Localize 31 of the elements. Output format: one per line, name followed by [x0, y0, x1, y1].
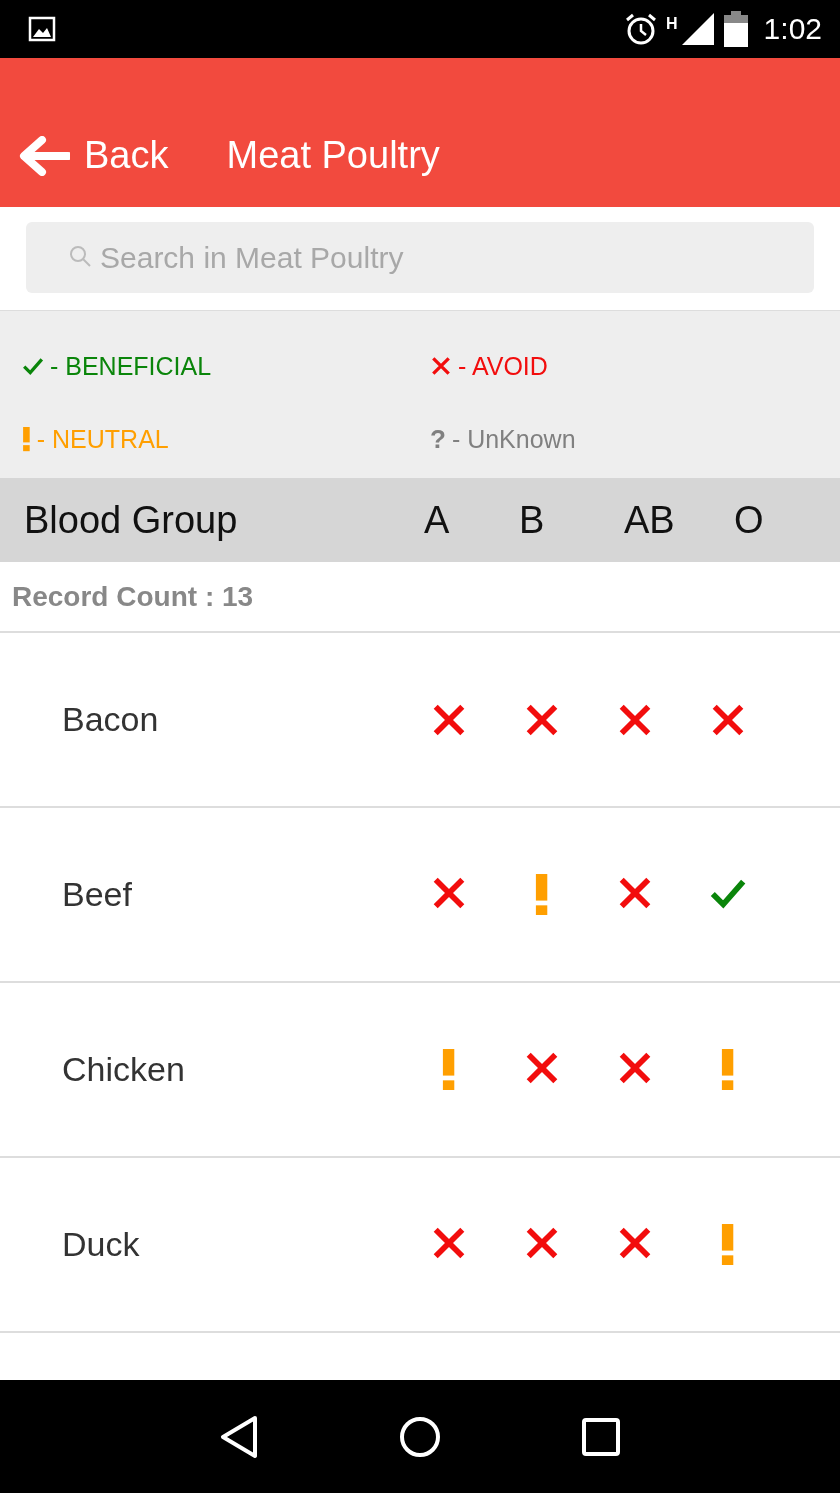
food-name: Chicken — [62, 1050, 186, 1089]
alarm-clock-icon — [624, 12, 659, 46]
column-header: O — [734, 498, 765, 542]
back-triangle-icon[interactable] — [219, 1414, 260, 1459]
column-header: Blood Group — [24, 498, 239, 542]
arrow-icon — [18, 135, 70, 176]
clock-time: 1:02 — [763, 12, 822, 46]
food-row[interactable]: Bacon — [0, 633, 840, 808]
question-mark-icon: ? — [430, 424, 446, 455]
search-field[interactable]: Search in Meat Poultry — [26, 222, 814, 293]
column-header: B — [519, 498, 546, 542]
legend-label: - BENEFICIAL — [50, 351, 212, 381]
legend-label: - NEUTRAL — [36, 425, 169, 454]
network-type: H — [666, 15, 678, 33]
home-circle-icon[interactable] — [398, 1414, 442, 1459]
record-count: Record Count : 13 — [0, 562, 840, 633]
food-name: Duck — [62, 1225, 141, 1264]
food-row[interactable]: Beef — [0, 808, 840, 983]
food-name: Beef — [62, 875, 133, 914]
food-name: Bacon — [62, 700, 160, 739]
column-header: AB — [624, 498, 676, 542]
back-button[interactable]: Back — [18, 134, 169, 177]
legend-label: - UnKnown — [451, 425, 576, 454]
battery-icon — [723, 11, 748, 47]
food-row[interactable]: Duck — [0, 1158, 840, 1333]
food-row[interactable]: Chicken — [0, 983, 840, 1158]
column-header: A — [424, 498, 451, 542]
legend-label: - AVOID — [458, 351, 548, 381]
page-title: Meat Poultry — [226, 134, 440, 177]
overview-square-icon[interactable] — [580, 1416, 621, 1457]
image-icon — [28, 16, 56, 42]
